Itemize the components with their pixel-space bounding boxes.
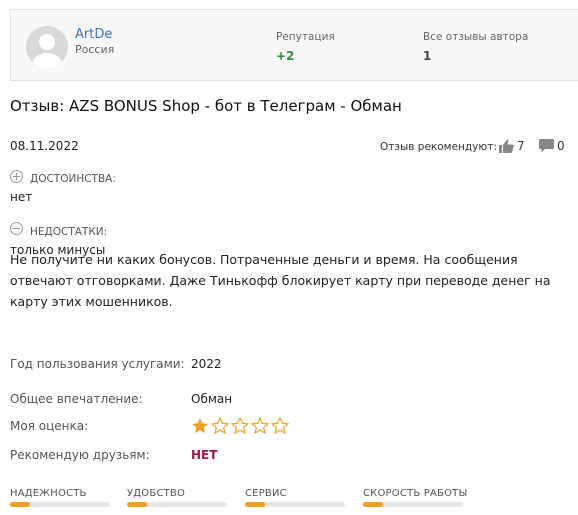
comments-count: 0	[557, 139, 565, 153]
reputation-value: +2	[276, 49, 295, 63]
year-label: Год пользования услугами:	[10, 357, 185, 371]
pros-value: нет	[10, 190, 33, 204]
minus-circle-icon	[10, 222, 23, 235]
metric-fill	[363, 502, 383, 507]
star-empty-icon	[231, 417, 249, 435]
metric-label: НАДЕЖНОСТЬ	[10, 488, 87, 499]
author-name-link[interactable]: ArtDe	[75, 27, 112, 42]
metric-label: СЕРВИС	[245, 488, 287, 499]
recommend-friends-value: НЕТ	[191, 448, 218, 462]
year-value: 2022	[191, 357, 222, 371]
metric-0: НАДЕЖНОСТЬ	[10, 488, 110, 507]
metric-1: УДОБСТВО	[127, 488, 227, 507]
impression-label: Общее впечатление:	[10, 392, 143, 406]
author-reviews-count[interactable]: 1	[423, 49, 431, 63]
review-title: Отзыв: AZS BONUS Shop - бот в Телеграм -…	[10, 97, 402, 115]
metric-2: СЕРВИС	[245, 488, 345, 507]
pros-label: ДОСТОИНСТВА:	[30, 173, 116, 185]
plus-circle-icon	[10, 170, 23, 183]
comment-icon[interactable]	[539, 139, 554, 153]
star-empty-icon	[211, 417, 229, 435]
star-empty-icon	[251, 417, 269, 435]
author-country: Россия	[75, 43, 115, 56]
rating-stars	[191, 417, 289, 435]
metric-fill	[245, 502, 265, 507]
likes-count: 7	[517, 139, 525, 153]
author-card: ArtDe Россия Репутация +2 Все отзывы авт…	[10, 9, 578, 81]
avatar[interactable]	[26, 26, 68, 68]
impression-value: Обман	[191, 392, 233, 406]
recommend-friends-label: Рекомендую друзьям:	[10, 448, 150, 462]
metric-label: УДОБСТВО	[127, 488, 186, 499]
metric-label: СКОРОСТЬ РАБОТЫ	[363, 488, 468, 499]
metric-fill	[127, 502, 147, 507]
rating-label: Моя оценка:	[10, 419, 89, 433]
metric-fill	[10, 502, 30, 507]
recommend-label: Отзыв рекомендуют:	[380, 141, 497, 153]
author-reviews-label[interactable]: Все отзывы автора	[423, 31, 528, 43]
thumbs-up-icon[interactable]	[499, 139, 514, 153]
metric-3: СКОРОСТЬ РАБОТЫ	[363, 488, 468, 507]
star-filled-icon	[192, 418, 208, 434]
reputation-label: Репутация	[276, 31, 335, 43]
review-body: Не получите ни каких бонусов. Потраченны…	[10, 252, 551, 309]
star-empty-icon	[271, 417, 289, 435]
cons-label: НЕДОСТАТКИ:	[30, 226, 108, 238]
review-date: 08.11.2022	[10, 139, 79, 153]
